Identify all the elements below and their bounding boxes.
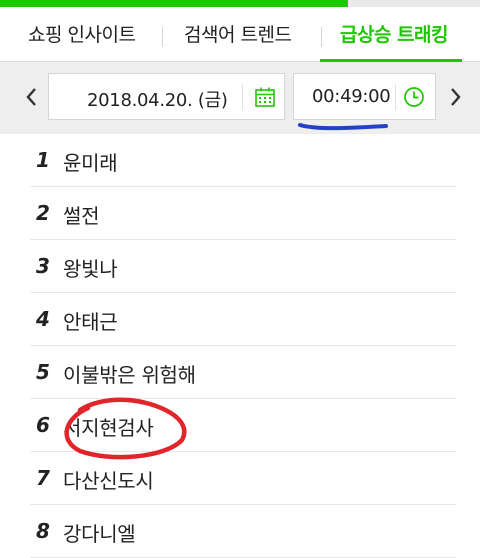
tab-search-trend[interactable]: 검색어 트렌드 <box>184 20 292 47</box>
ranking-row[interactable]: 7 다산신도시 <box>30 452 456 505</box>
tab-divider <box>162 27 163 47</box>
rank-keyword[interactable]: 안태근 <box>63 306 118 335</box>
rank-number: 3 <box>36 254 50 278</box>
rank-keyword[interactable]: 왕빛나 <box>63 253 118 282</box>
calendar-icon[interactable] <box>254 86 276 108</box>
rank-number: 4 <box>36 307 50 331</box>
top-strip-accent <box>0 0 348 7</box>
date-time-bar: 2018.04.20. (금) 00:49:00 <box>0 62 480 134</box>
rank-number: 6 <box>36 413 50 437</box>
rank-keyword[interactable]: 썰전 <box>63 200 100 229</box>
rank-keyword[interactable]: 강다니엘 <box>63 518 136 547</box>
time-separator <box>395 84 396 110</box>
ranking-list: 1 윤미래 2 썰전 3 왕빛나 4 안태근 5 이불밖은 위험해 6 서지현검… <box>30 134 456 558</box>
clock-icon[interactable] <box>403 86 425 108</box>
rank-keyword[interactable]: 서지현검사 <box>63 412 154 441</box>
ranking-row[interactable]: 8 강다니엘 <box>30 505 456 558</box>
rank-number: 7 <box>36 466 50 490</box>
rank-number: 2 <box>36 201 50 225</box>
time-picker[interactable]: 00:49:00 <box>293 73 436 120</box>
date-picker[interactable]: 2018.04.20. (금) <box>48 73 285 120</box>
tab-rising-tracking[interactable]: 급상승 트래킹 <box>340 20 449 47</box>
tab-shopping-insight[interactable]: 쇼핑 인사이트 <box>28 20 136 47</box>
rank-keyword[interactable]: 윤미래 <box>63 147 118 176</box>
ranking-row[interactable]: 5 이불밖은 위험해 <box>30 346 456 399</box>
tab-bar: 쇼핑 인사이트 검색어 트렌드 급상승 트래킹 <box>0 7 480 62</box>
rank-number: 1 <box>36 148 50 172</box>
ranking-row[interactable]: 3 왕빛나 <box>30 240 456 293</box>
ranking-row[interactable]: 2 썰전 <box>30 187 456 240</box>
top-strip <box>0 0 480 7</box>
ranking-row[interactable]: 1 윤미래 <box>30 134 456 187</box>
rank-number: 8 <box>36 519 50 543</box>
rank-number: 5 <box>36 360 50 384</box>
date-value: 2018.04.20. (금) <box>87 90 228 111</box>
rank-keyword[interactable]: 이불밖은 위험해 <box>63 359 196 388</box>
ranking-row[interactable]: 6 서지현검사 <box>30 399 456 452</box>
rank-keyword[interactable]: 다산신도시 <box>63 465 154 494</box>
tab-divider <box>321 27 322 47</box>
chevron-left-icon[interactable] <box>20 82 44 112</box>
ranking-row[interactable]: 4 안태근 <box>30 293 456 346</box>
date-separator <box>242 84 243 110</box>
time-value: 00:49:00 <box>312 86 391 107</box>
chevron-right-icon[interactable] <box>443 82 467 112</box>
